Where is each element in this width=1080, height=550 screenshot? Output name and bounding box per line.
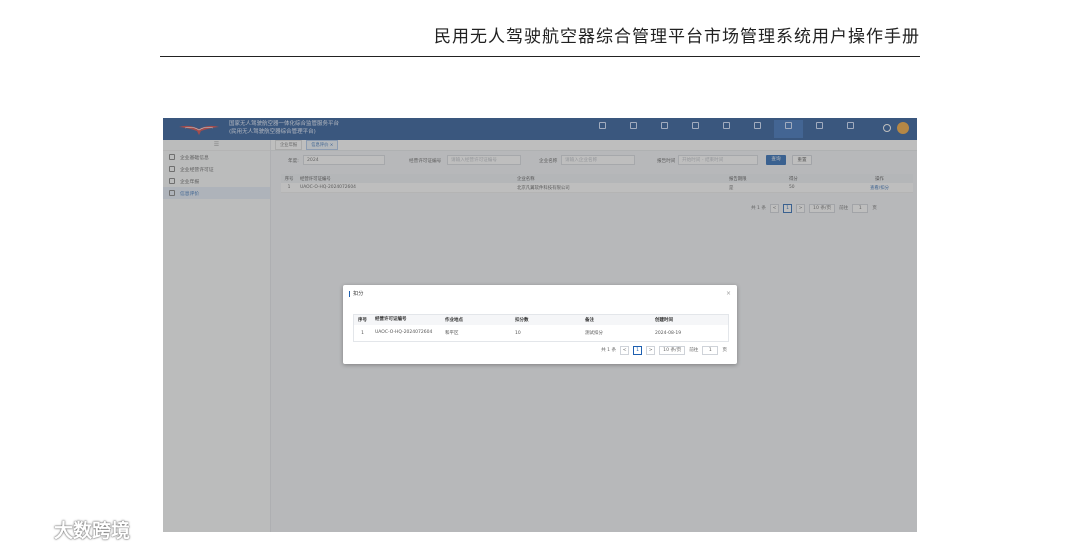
table-header: 序号 经营许可证编号 作业地点 扣分数 备注 创建时间 bbox=[354, 315, 728, 325]
document-header: 民用无人驾驶航空器综合管理平台市场管理系统用户操作手册 bbox=[160, 18, 920, 57]
deduction-dialog: 扣分 × 序号 经营许可证编号 作业地点 扣分数 备注 创建时间 1 UAOC-… bbox=[343, 285, 737, 364]
watermark-text: 大数跨境 bbox=[54, 520, 131, 542]
page-size-select[interactable]: 10 条/页 bbox=[659, 345, 686, 355]
prev-page-button[interactable]: < bbox=[620, 345, 630, 355]
dialog-title: 扣分 bbox=[349, 291, 363, 297]
page-button-current[interactable]: 1 bbox=[633, 345, 643, 355]
goto-page-input[interactable]: 1 bbox=[702, 345, 719, 355]
document-title: 民用无人驾驶航空器综合管理平台市场管理系统用户操作手册 bbox=[434, 27, 920, 47]
watermark: 大数跨境 bbox=[8, 516, 130, 543]
app-screenshot: 国家无人驾驶航空器一体化综合监管服务平台 (民用无人驾驶航空器综合管理平台) ☰… bbox=[163, 118, 917, 532]
close-icon[interactable]: × bbox=[726, 290, 731, 297]
next-page-button[interactable]: > bbox=[646, 345, 656, 355]
dialog-pagination: 共 1 条 < 1 > 10 条/页 前往 1 页 bbox=[601, 345, 727, 355]
deduction-table: 序号 经营许可证编号 作业地点 扣分数 备注 创建时间 1 UAOC-O-HQ-… bbox=[353, 314, 729, 342]
table-row: 1 UAOC-O-HQ-2024072604 和平区 10 测试扣分 2024-… bbox=[361, 330, 682, 336]
watermark-logo-icon bbox=[9, 519, 47, 539]
